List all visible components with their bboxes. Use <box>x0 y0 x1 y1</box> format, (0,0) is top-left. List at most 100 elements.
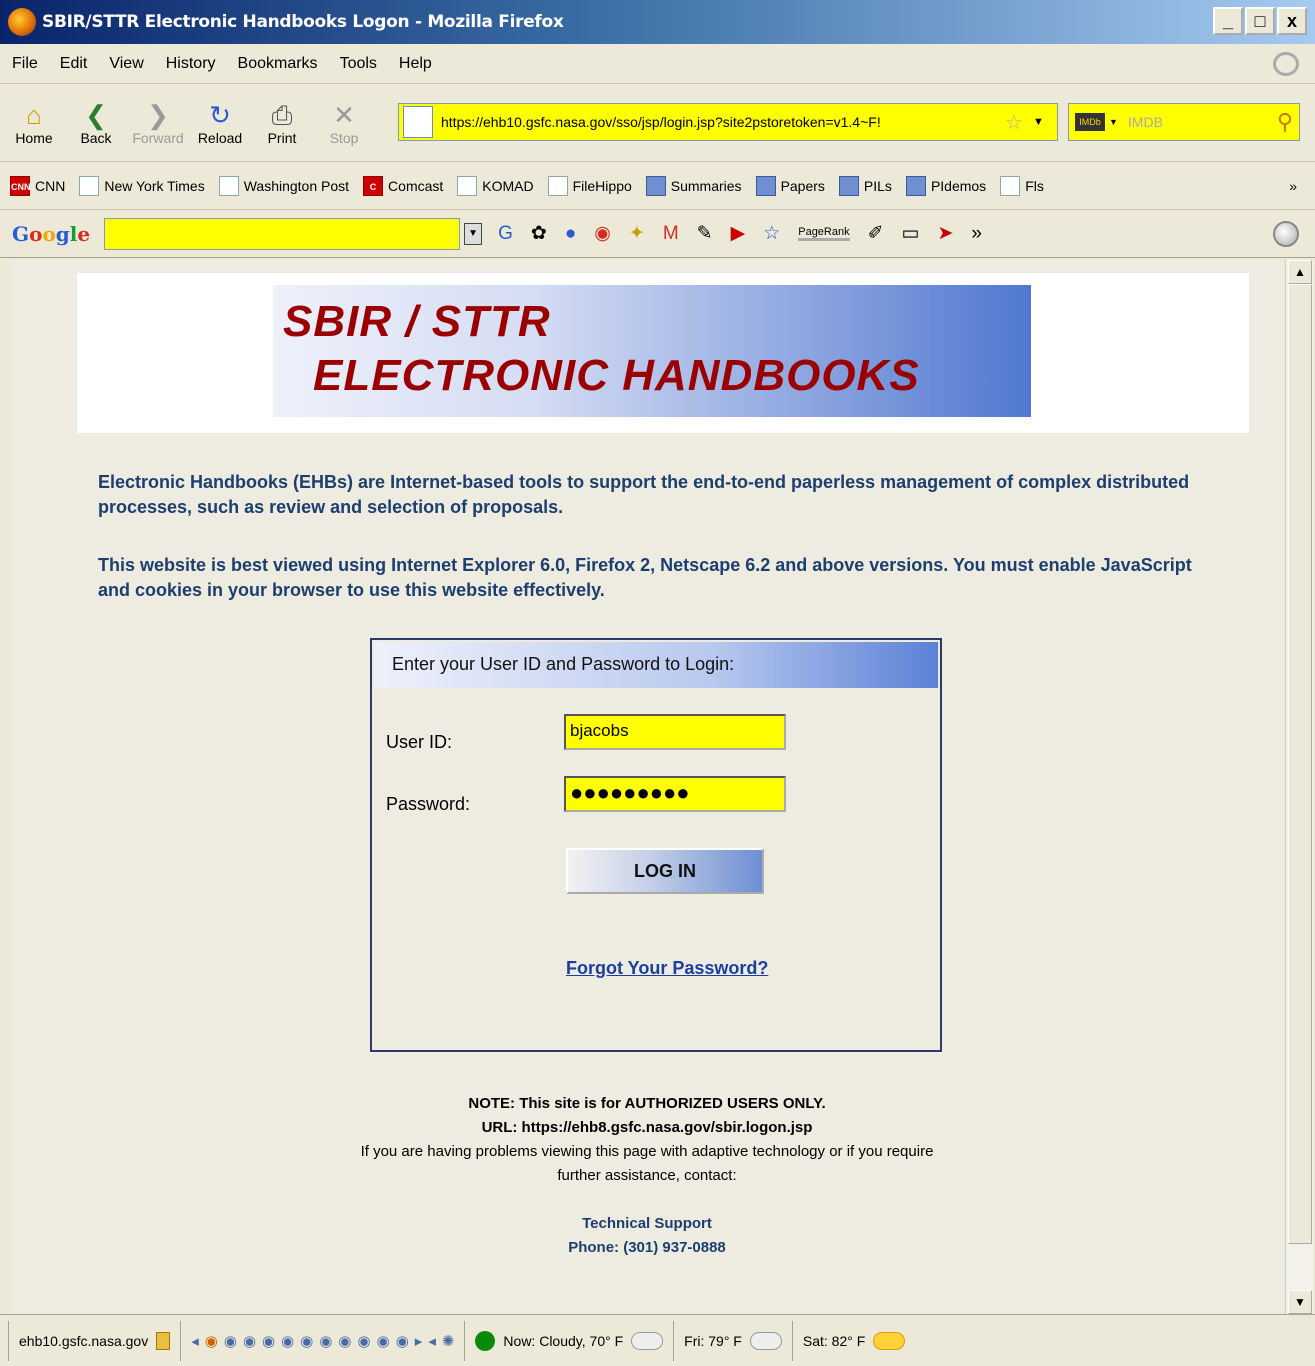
bookmark-washington-post[interactable]: Washington Post <box>218 175 349 196</box>
menu-help[interactable]: Help <box>399 55 432 73</box>
spellcheck-icon[interactable]: ✎ <box>697 222 713 245</box>
media-settings-icon[interactable]: ◉ <box>396 1332 409 1350</box>
address-bar[interactable]: https://ehb10.gsfc.nasa.gov/sso/jsp/logi… <box>398 103 1058 141</box>
login-panel: Enter your User ID and Password to Login… <box>370 638 942 1052</box>
lock-icon[interactable] <box>156 1331 171 1350</box>
reload-button[interactable]: ↻ Reload <box>196 100 244 146</box>
send-to-icon[interactable]: ➤ <box>937 222 953 245</box>
banner-underline <box>273 427 823 429</box>
bookmark-summaries[interactable]: Summaries <box>645 175 742 196</box>
address-dropdown-icon[interactable]: ▼ <box>1033 116 1044 128</box>
login-button[interactable]: LOG IN <box>566 848 764 894</box>
media-down-icon[interactable]: ◉ <box>377 1332 390 1350</box>
back-button[interactable]: ❮ Back <box>72 100 120 146</box>
bookmark-papers[interactable]: Papers <box>755 175 825 196</box>
stop-button[interactable]: ✕ Stop <box>320 100 368 146</box>
home-icon: ⌂ <box>26 99 42 130</box>
page-icon <box>457 175 478 196</box>
media-back-icon[interactable]: ◂ <box>428 1332 436 1350</box>
bookmark-star-icon[interactable]: ☆ <box>763 222 780 245</box>
media-globe-icon[interactable]: ✺ <box>442 1332 455 1350</box>
banner: SBIR / STTR ELECTRONIC HANDBOOKS <box>273 285 1031 417</box>
scrollbar-thumb[interactable] <box>1288 284 1312 1244</box>
browser-notice-paragraph: This website is best viewed using Intern… <box>98 555 1192 600</box>
bookmark-comcast[interactable]: C Comcast <box>363 175 443 196</box>
washington-post-icon <box>218 175 239 196</box>
media-next-icon[interactable]: ▸ <box>415 1332 423 1350</box>
menu-bookmarks[interactable]: Bookmarks <box>238 55 318 73</box>
bookmark-pidemos[interactable]: PIdemos <box>905 175 986 196</box>
bookmark-filehippo[interactable]: FileHippo <box>547 175 632 196</box>
menu-history[interactable]: History <box>166 55 216 73</box>
search-bar[interactable]: IMDb ▼ IMDB ⚲ <box>1068 103 1300 141</box>
bookmarks-overflow-button[interactable]: » <box>1289 178 1297 194</box>
media-stop-icon[interactable]: ◉ <box>281 1332 294 1350</box>
google-search-input[interactable] <box>104 217 461 250</box>
menu-edit[interactable]: Edit <box>60 55 88 73</box>
maximize-button[interactable]: □ <box>1245 7 1275 35</box>
engine-dropdown-icon[interactable]: ▼ <box>1109 117 1118 127</box>
vertical-scrollbar[interactable]: ▲ ▼ <box>1285 260 1313 1314</box>
media-volume-up-icon[interactable]: ◉ <box>338 1332 351 1350</box>
password-input[interactable]: ●●●●●●●●● <box>564 776 786 812</box>
bookmark-komad[interactable]: KOMAD <box>457 175 534 196</box>
media-play-icon[interactable]: ◉ <box>243 1332 256 1350</box>
search-input[interactable]: IMDB <box>1128 114 1277 130</box>
google-toolbar-overflow-button[interactable]: » <box>971 223 982 245</box>
bookmark-fls[interactable]: Fls <box>1000 175 1044 196</box>
bookmark-cnn[interactable]: CNN CNN <box>10 175 66 196</box>
back-label: Back <box>80 129 112 146</box>
google-search-dropdown-icon[interactable]: ▼ <box>464 222 483 245</box>
weather-fri-segment[interactable]: Fri: 79° F <box>673 1320 792 1361</box>
bookmark-pils[interactable]: PILs <box>838 175 892 196</box>
options-icon[interactable] <box>1273 220 1299 247</box>
forward-button[interactable]: ❯ Forward <box>132 100 183 146</box>
bookmark-label: CNN <box>35 177 66 194</box>
chrome-icon[interactable]: ◉ <box>594 222 611 245</box>
youtube-icon[interactable]: ▶ <box>731 222 746 245</box>
scroll-up-arrow-icon[interactable]: ▲ <box>1288 260 1312 284</box>
imdb-engine-icon[interactable]: IMDb <box>1075 113 1105 131</box>
close-button[interactable]: x <box>1277 7 1307 35</box>
bookmark-label: FileHippo <box>572 177 632 194</box>
google-logo[interactable]: Google <box>12 222 90 246</box>
popup-blocker-icon[interactable]: ✿ <box>531 222 547 245</box>
magic-wand-icon[interactable]: ✐ <box>868 222 884 245</box>
nyt-icon <box>79 175 100 196</box>
support-phone: Phone: (301) 937-0888 <box>568 1239 726 1256</box>
page-footer: NOTE: This site is for AUTHORIZED USERS … <box>10 1092 1284 1260</box>
userid-input[interactable]: bjacobs <box>564 714 786 750</box>
google-search-button-icon[interactable]: G <box>498 223 513 245</box>
forgot-password-link[interactable]: Forgot Your Password? <box>566 958 768 979</box>
menu-tools[interactable]: Tools <box>340 55 377 73</box>
bookmark-star-icon[interactable]: ☆ <box>1005 110 1023 135</box>
media-up-icon[interactable]: ◉ <box>358 1332 371 1350</box>
status-host-segment: ehb10.gsfc.nasa.gov <box>8 1320 180 1361</box>
scroll-down-arrow-icon[interactable]: ▼ <box>1288 1290 1312 1314</box>
media-pause-icon[interactable]: ◉ <box>262 1332 275 1350</box>
firefox-logo-icon <box>8 8 36 36</box>
menu-file[interactable]: File <box>12 55 38 73</box>
weather-sat-segment[interactable]: Sat: 82° F <box>791 1320 915 1361</box>
weather-now-segment[interactable]: Now: Cloudy, 70° F <box>464 1320 673 1361</box>
bookmark-new-york-times[interactable]: New York Times <box>79 175 205 196</box>
media-record-icon[interactable]: ◉ <box>205 1332 218 1350</box>
sidewiki-icon[interactable]: ▭ <box>902 222 920 245</box>
minimize-button[interactable]: _ <box>1213 7 1243 35</box>
media-forward-icon[interactable]: ◉ <box>300 1332 313 1350</box>
menu-view[interactable]: View <box>109 55 143 73</box>
print-button[interactable]: ⎙ Print <box>258 100 306 146</box>
globe-icon[interactable]: ● <box>565 223 576 245</box>
address-url[interactable]: https://ehb10.gsfc.nasa.gov/sso/jsp/logi… <box>441 114 1001 130</box>
window-controls: _ □ x <box>1213 7 1307 35</box>
throbber-icon <box>1273 52 1299 76</box>
login-panel-header: Enter your User ID and Password to Login… <box>374 642 938 688</box>
home-button[interactable]: ⌂ Home <box>10 100 58 146</box>
home-label: Home <box>15 129 53 146</box>
puzzle-icon[interactable]: ✦ <box>629 222 645 245</box>
media-rewind-icon[interactable]: ◉ <box>224 1332 237 1350</box>
gmail-icon[interactable]: M <box>663 223 679 245</box>
media-volume-down-icon[interactable]: ◉ <box>319 1332 332 1350</box>
media-prev-icon[interactable]: ◂ <box>191 1332 199 1350</box>
search-icon[interactable]: ⚲ <box>1277 109 1293 135</box>
